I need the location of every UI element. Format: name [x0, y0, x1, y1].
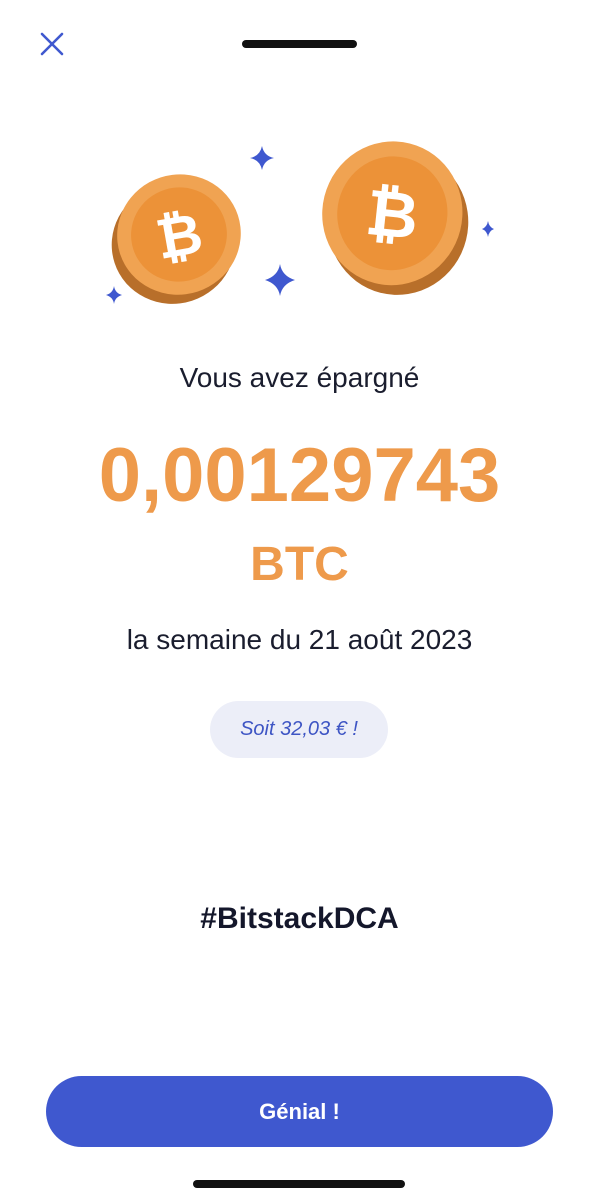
sparkle-star-icon [106, 286, 122, 304]
bitcoin-coin-icon: ₿ [322, 141, 469, 295]
savings-period: la semaine du 21 août 2023 [126, 624, 473, 655]
savings-summary-sheet: ₿ ₿ Vous avez épargné 0,00129743 BTC la … [0, 0, 599, 1200]
sheet-grabber[interactable] [242, 40, 357, 48]
hashtag-label: #BitstackDCA [200, 902, 399, 935]
close-button[interactable] [30, 26, 74, 62]
close-icon [40, 32, 64, 56]
genial-button[interactable]: Génial ! [46, 1076, 553, 1147]
home-indicator [193, 1180, 405, 1188]
fiat-equivalent-badge: Soit 32,03 € ! [210, 701, 388, 758]
savings-headline: Vous avez épargné [179, 362, 420, 393]
currency-label: BTC [250, 538, 349, 591]
sparkle-star-icon [482, 221, 494, 237]
svg-text:₿: ₿ [363, 176, 422, 253]
fiat-equivalent-text: Soit 32,03 € ! [240, 718, 358, 740]
sparkle-star-icon [250, 146, 274, 170]
bitcoin-illustration: ₿ ₿ [0, 130, 599, 320]
btc-amount: 0,00129743 [98, 433, 501, 518]
sparkle-star-icon [265, 264, 295, 296]
